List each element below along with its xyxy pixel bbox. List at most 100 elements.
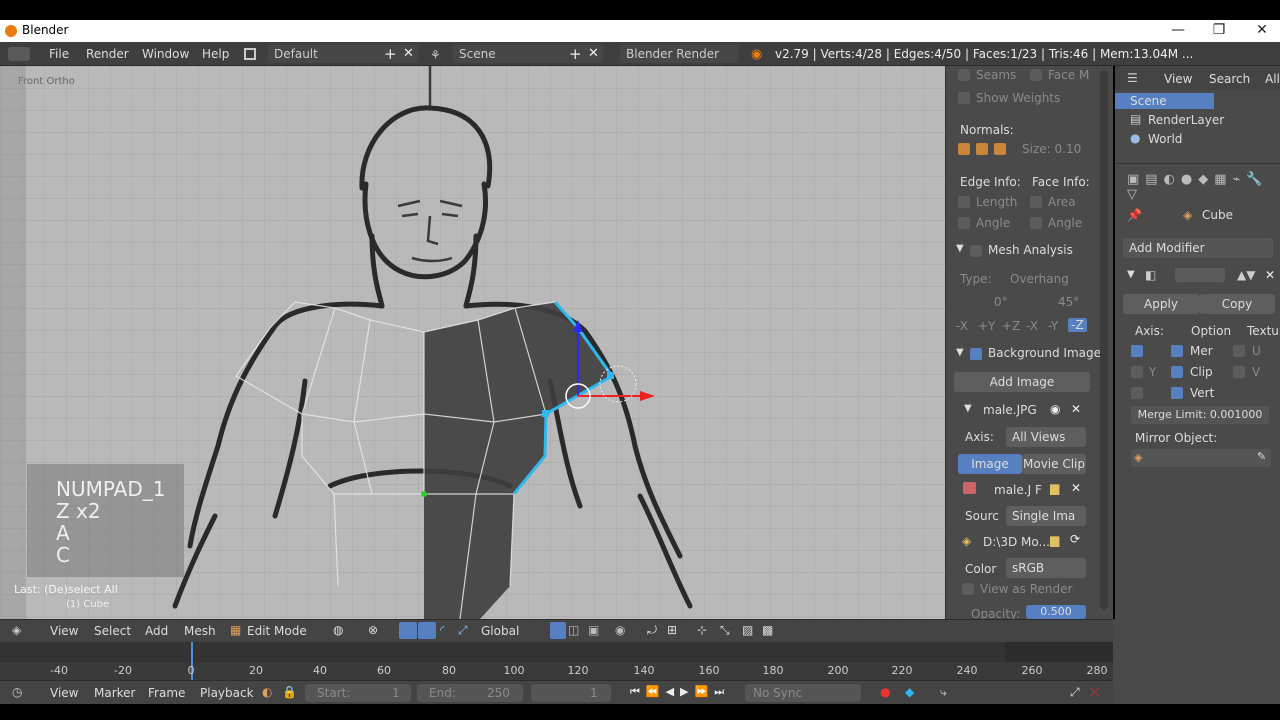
insert-keyframe-icon[interactable]: ⤢ [1070, 685, 1080, 700]
timeline-area[interactable]: -40 -20 0 20 40 60 80 100 120 140 160 18… [0, 642, 1113, 680]
snap-icon[interactable]: ⊞ [667, 623, 677, 637]
tab-image[interactable]: Image [958, 454, 1022, 474]
rotate-manipulator[interactable]: ◜ [440, 623, 445, 637]
pin-icon[interactable]: 📌 [1127, 208, 1142, 222]
reload-icon[interactable]: ⟳ [1070, 532, 1080, 546]
edge-select-mode[interactable]: ◫ [568, 623, 579, 637]
axis-plus-y[interactable]: +Y [978, 319, 995, 333]
remove-scene-icon[interactable]: ✕ [588, 46, 599, 61]
manipulator-toggle[interactable] [399, 622, 417, 639]
image-browse-icon[interactable] [963, 482, 976, 494]
axis-z-checkbox[interactable] [1131, 387, 1143, 399]
axis-minus-z[interactable]: -Z [1068, 318, 1087, 332]
modifier-visibility-toggles[interactable] [1175, 268, 1225, 282]
u-checkbox[interactable] [1233, 345, 1245, 357]
edge-angle-checkbox[interactable] [958, 217, 970, 229]
add-image-button[interactable]: Add Image [954, 372, 1090, 392]
outliner-item-scene[interactable]: Scene [1115, 93, 1214, 109]
playback-controls[interactable]: ⏮⏪◀▶⏩⏭ [630, 685, 730, 699]
menu-help[interactable]: Help [202, 47, 229, 61]
v-checkbox[interactable] [1233, 366, 1245, 378]
modifier-move-icons[interactable]: ▲▼ [1237, 268, 1255, 282]
screen-layout-icon[interactable] [244, 48, 256, 60]
eyedropper-icon[interactable]: ✎ [1257, 450, 1266, 463]
snap-target-icon[interactable]: ⤡ [720, 623, 730, 638]
translate-manipulator[interactable] [418, 622, 436, 639]
menu-window[interactable]: Window [142, 47, 189, 61]
delete-keyframe-icon[interactable]: ⤫ [1090, 685, 1100, 700]
selected-vertex-1[interactable] [607, 372, 614, 379]
outliner-item-renderlayer[interactable]: RenderLayer [1148, 113, 1224, 127]
tl-menu-marker[interactable]: Marker [94, 686, 135, 700]
render-engine-select[interactable]: Blender Render [620, 45, 738, 63]
tab-movie-clip[interactable]: Movie Clip [1022, 454, 1086, 474]
restore-button[interactable]: ❐ [1199, 20, 1239, 42]
length-checkbox[interactable] [958, 196, 970, 208]
minimize-button[interactable]: — [1158, 20, 1198, 42]
tl-menu-playback[interactable]: Playback [200, 686, 254, 700]
outliner-item-world[interactable]: World [1148, 132, 1182, 146]
image-entry-toggle-icon[interactable]: ▼ [964, 403, 972, 414]
opacity-slider[interactable]: 0.500 [1026, 605, 1086, 619]
edge-normals-icon[interactable] [976, 143, 988, 155]
editor-type-info-icon[interactable] [8, 47, 30, 61]
mode-select[interactable]: Edit Mode [247, 624, 307, 638]
gizmo-x-arrow[interactable] [640, 391, 655, 401]
opengl-render-icon[interactable]: ▩ [762, 623, 773, 637]
angle-min[interactable]: 0° [994, 295, 1008, 309]
tool-shelf-strip[interactable] [0, 66, 26, 619]
selected-vertex-2[interactable] [542, 410, 549, 417]
background-image-checkbox[interactable] [970, 348, 982, 360]
current-frame-field[interactable] [531, 684, 611, 702]
outliner-editor-icon[interactable]: ☰ [1127, 71, 1138, 85]
face-m-checkbox[interactable] [1030, 69, 1042, 81]
merge-limit-field[interactable]: Merge Limit: 0.001000 [1131, 406, 1269, 424]
vertex-groups-checkbox[interactable] [1171, 387, 1183, 399]
scale-manipulator[interactable]: ⤢ [458, 623, 468, 638]
axis-x-checkbox[interactable] [1131, 345, 1143, 357]
axis-minus-x2[interactable]: -X [1026, 319, 1038, 333]
properties-scrollbar[interactable] [1100, 70, 1108, 610]
properties-context-tabs[interactable]: ▣▤◐●◆▦⌁🔧▽ [1115, 172, 1280, 202]
menu-render[interactable]: Render [86, 47, 129, 61]
vertex-select-mode[interactable] [550, 622, 566, 639]
tl-menu-view[interactable]: View [50, 686, 78, 700]
vp-menu-view[interactable]: View [50, 624, 78, 638]
add-modifier-select[interactable]: Add Modifier [1123, 238, 1273, 258]
source-select[interactable]: Single Ima [1006, 506, 1086, 526]
mesh-analysis-checkbox[interactable] [970, 245, 982, 257]
folder-icon[interactable]: ▆ [1050, 481, 1059, 495]
remove-modifier-icon[interactable]: ✕ [1265, 268, 1275, 282]
add-layout-icon[interactable]: + [384, 45, 397, 63]
outliner-menu-search[interactable]: Search [1209, 72, 1250, 86]
axis-y-checkbox[interactable] [1131, 366, 1143, 378]
orientation-select[interactable]: Global [481, 624, 519, 638]
unlink-image-icon[interactable]: ✕ [1071, 481, 1081, 495]
area-checkbox[interactable] [1030, 196, 1042, 208]
copy-button[interactable]: Copy [1199, 294, 1275, 314]
axis-plus-z[interactable]: +Z [1002, 319, 1020, 333]
mirror-object-field[interactable] [1131, 449, 1271, 467]
face-normals-icon[interactable] [994, 143, 1006, 155]
shading-icon[interactable]: ◍ [333, 623, 343, 637]
clipping-checkbox[interactable] [1171, 366, 1183, 378]
occlude-toggle[interactable]: ◉ [615, 623, 625, 637]
axis-select[interactable]: All Views [1006, 427, 1086, 447]
show-weights-checkbox[interactable] [958, 92, 970, 104]
viewport-editor-icon[interactable]: ◈ [12, 623, 21, 637]
add-scene-icon[interactable]: + [569, 45, 582, 63]
eye-icon[interactable]: ◉ [1050, 402, 1060, 416]
merge-checkbox[interactable] [1171, 345, 1183, 357]
image-path[interactable]: D:\3D Mo... [983, 535, 1050, 549]
lock-icon[interactable]: 🔒 [282, 685, 297, 699]
render-preview-icon[interactable]: ▨ [742, 623, 753, 637]
image-fake-user[interactable]: F [1035, 483, 1042, 497]
mesh-analysis-toggle-icon[interactable]: ▼ [956, 243, 964, 254]
outliner-menu-all[interactable]: All [1265, 72, 1280, 86]
last-operator-label[interactable]: Last: (De)select All [14, 583, 118, 596]
axis-minus-x[interactable]: -X [956, 319, 968, 333]
image-field[interactable]: male.J [994, 483, 1031, 497]
preview-range-icon[interactable]: ◐ [262, 685, 272, 699]
remove-layout-icon[interactable]: ✕ [403, 46, 414, 61]
vp-menu-add[interactable]: Add [145, 624, 168, 638]
